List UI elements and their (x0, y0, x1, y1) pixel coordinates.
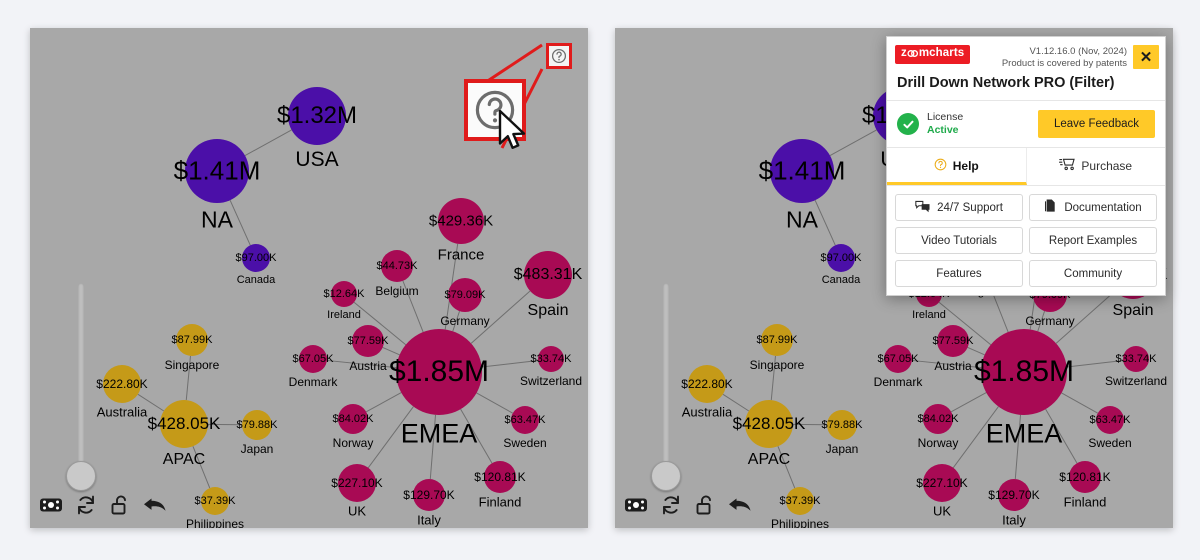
dialog-header: z mcharts V1.12.16.0 (Nov, 2024) Product… (887, 37, 1165, 74)
zoom-slider-knob[interactable] (651, 461, 681, 491)
graph-node[interactable] (923, 464, 961, 502)
video-tutorials-button[interactable]: Video Tutorials (895, 227, 1023, 255)
license-text: License Active (927, 111, 963, 138)
dialog-tabs[interactable]: Help Purchase (887, 148, 1166, 187)
version-block: V1.12.16.0 (Nov, 2024) Product is covere… (976, 45, 1127, 70)
graph-node[interactable] (299, 345, 327, 373)
zoom-slider-track[interactable] (78, 283, 84, 488)
graph-node[interactable] (331, 281, 357, 307)
graph-node[interactable] (827, 410, 857, 440)
support-button[interactable]: 24/7 Support (895, 194, 1023, 222)
video-tutorials-button-label: Video Tutorials (921, 234, 997, 247)
zoomcharts-logo: z mcharts (895, 45, 971, 64)
graph-node[interactable] (923, 404, 953, 434)
graph-node[interactable] (745, 400, 793, 448)
graph-node[interactable] (981, 329, 1067, 415)
document-icon (1044, 199, 1057, 216)
graph-node[interactable] (511, 406, 539, 434)
features-button[interactable]: Features (895, 260, 1023, 288)
dialog-title: Drill Down Network PRO (Filter) (887, 74, 1165, 102)
reload-icon[interactable] (74, 493, 98, 517)
graph-node[interactable] (103, 365, 141, 403)
fit-to-screen-icon[interactable] (39, 493, 63, 517)
graph-node[interactable] (688, 365, 726, 403)
version-text: V1.12.16.0 (Nov, 2024) (1029, 46, 1127, 57)
graph-node[interactable] (484, 461, 516, 493)
graph-node[interactable] (438, 198, 484, 244)
community-button-label: Community (1063, 267, 1123, 280)
help-icon-magnified (464, 79, 526, 141)
graph-node[interactable] (176, 324, 208, 356)
logo-oo-glyph (907, 48, 919, 59)
close-button[interactable]: ✕ (1133, 45, 1159, 69)
support-chat-icon (915, 199, 930, 216)
graph-node[interactable] (1123, 346, 1149, 372)
fit-to-screen-icon[interactable] (624, 493, 648, 517)
logo-text-before: z (901, 47, 907, 59)
graph-node[interactable] (998, 479, 1030, 511)
reload-icon[interactable] (659, 493, 683, 517)
graph-node[interactable] (786, 487, 814, 515)
graph-node[interactable] (770, 139, 834, 203)
features-button-label: Features (936, 267, 982, 280)
tab-purchase[interactable]: Purchase (1027, 148, 1166, 185)
about-dialog[interactable]: z mcharts V1.12.16.0 (Nov, 2024) Product… (886, 36, 1166, 296)
network-chart-panel-left[interactable]: $1.41M NA $1.32M USA $97.00K Canada $1.85M EMEA… (30, 28, 588, 528)
shopping-cart-icon (1059, 157, 1076, 174)
graph-node[interactable] (884, 345, 912, 373)
graph-node[interactable] (538, 346, 564, 372)
screenshot-root: $1.41M NA $1.32M USA $97.00K Canada $1.85M EMEA… (0, 0, 1200, 560)
unlock-icon[interactable] (108, 493, 132, 517)
undo-icon[interactable] (727, 492, 751, 516)
tab-purchase-label: Purchase (1081, 158, 1133, 173)
graph-node[interactable] (448, 278, 482, 312)
graph-node[interactable] (937, 325, 969, 357)
graph-node[interactable] (242, 244, 270, 272)
documentation-button-label: Documentation (1064, 201, 1142, 214)
report-examples-button-label: Report Examples (1048, 234, 1138, 247)
graph-node[interactable] (160, 400, 208, 448)
graph-node[interactable] (827, 244, 855, 272)
tab-help[interactable]: Help (887, 148, 1027, 186)
patents-text: Product is covered by patents (1001, 58, 1127, 70)
license-status: Active (927, 124, 959, 137)
graph-node[interactable] (524, 251, 572, 299)
zoom-slider-track[interactable] (663, 283, 669, 488)
graph-node[interactable] (338, 464, 376, 502)
graph-node[interactable] (288, 87, 346, 145)
tab-help-label: Help (952, 158, 979, 173)
zoom-slider-knob[interactable] (66, 461, 96, 491)
license-label: License (927, 110, 964, 123)
support-button-label: 24/7 Support (937, 201, 1003, 214)
graph-node[interactable] (1096, 406, 1124, 434)
graph-node[interactable] (413, 479, 445, 511)
license-row: License Active Leave Feedback (887, 101, 1165, 149)
undo-icon[interactable] (142, 492, 166, 516)
graph-node[interactable] (396, 329, 482, 415)
help-button-grid[interactable]: 24/7 Support Documentation Video Tutoria… (887, 186, 1165, 297)
leave-feedback-button[interactable]: Leave Feedback (1037, 110, 1155, 139)
community-button[interactable]: Community (1029, 260, 1157, 288)
documentation-button[interactable]: Documentation (1029, 194, 1157, 222)
graph-node[interactable] (381, 250, 413, 282)
question-circle-icon (934, 158, 947, 174)
graph-node[interactable] (352, 325, 384, 357)
graph-node[interactable] (201, 487, 229, 515)
graph-node[interactable] (338, 404, 368, 434)
graph-node[interactable] (185, 139, 249, 203)
check-circle-icon (897, 113, 919, 136)
graph-node[interactable] (1069, 461, 1101, 493)
graph-node[interactable] (761, 324, 793, 356)
report-examples-button[interactable]: Report Examples (1029, 227, 1157, 255)
help-icon-button[interactable] (546, 43, 572, 69)
unlock-icon[interactable] (693, 493, 717, 517)
graph-node[interactable] (242, 410, 272, 440)
logo-text-after: mcharts (918, 47, 965, 59)
